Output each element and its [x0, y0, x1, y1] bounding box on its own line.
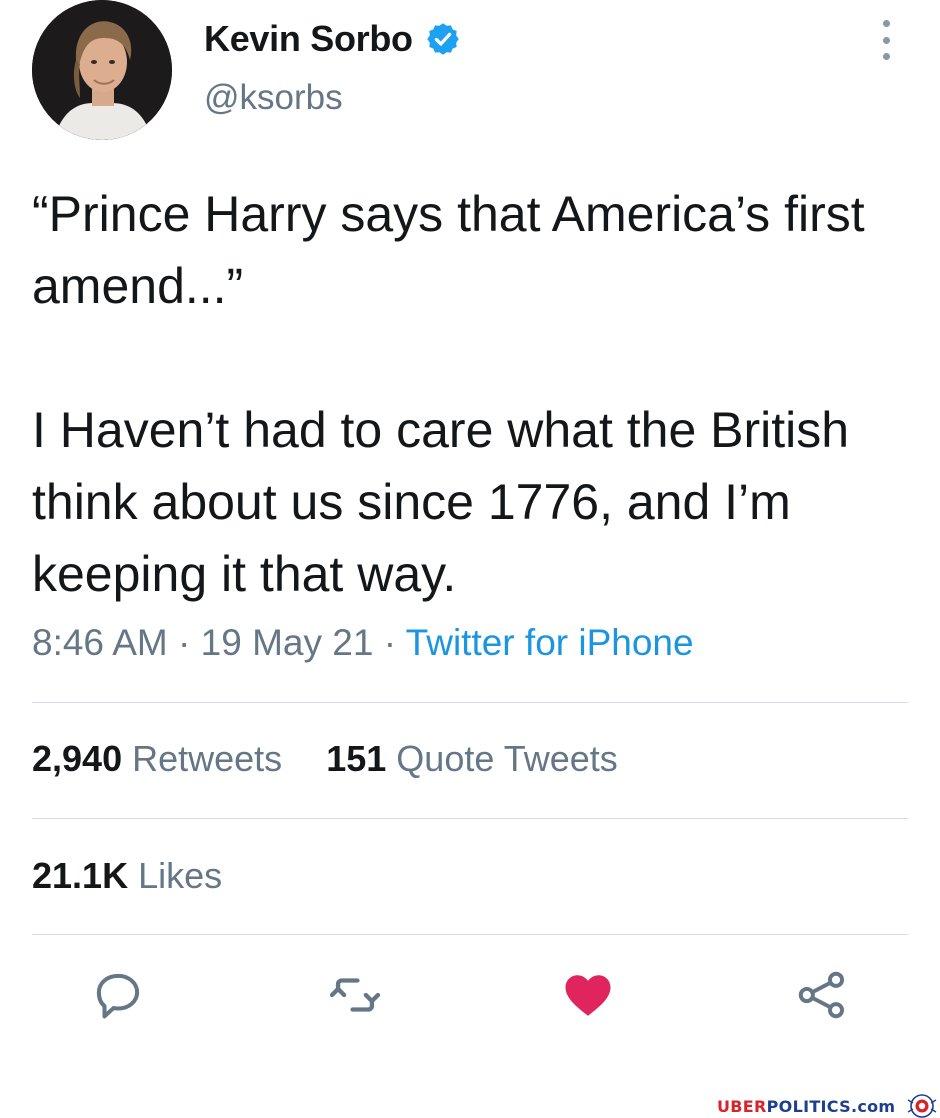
retweet-icon: [329, 978, 381, 1012]
share-icon: [798, 971, 845, 1019]
divider: [32, 702, 908, 703]
meta-separator: ·: [178, 622, 191, 663]
tweet-date: 19 May 21: [200, 622, 374, 663]
tweet-source-link[interactable]: Twitter for iPhone: [406, 622, 694, 663]
tweet-text: “Prince Harry says that America’s first …: [32, 186, 865, 602]
quote-tweets-label: Quote Tweets: [396, 738, 618, 779]
reply-icon: [96, 973, 140, 1019]
tweet-actions: [0, 965, 940, 1035]
meta-separator: ·: [383, 622, 397, 663]
retweets-count: 2,940: [32, 738, 123, 779]
author-name-row[interactable]: Kevin Sorbo: [204, 12, 461, 66]
quote-tweets-count: 151: [326, 738, 387, 779]
watermark: UBERPOLITICS.com: [717, 1094, 939, 1118]
quote-tweets-stat[interactable]: 151 Quote Tweets: [326, 738, 618, 779]
likes-stat[interactable]: 21.1K Likes: [32, 855, 222, 896]
watermark-suffix: POLITICS.com: [766, 1096, 896, 1116]
tweet-time: 8:46 AM: [32, 622, 168, 663]
watermark-text: UBERPOLITICS.com: [717, 1097, 895, 1116]
more-vertical-icon[interactable]: [868, 20, 904, 60]
likes-label: Likes: [138, 855, 223, 896]
watermark-prefix: UBER: [717, 1096, 767, 1116]
retweets-stat[interactable]: 2,940 Retweets: [32, 738, 292, 779]
retweet-button[interactable]: [325, 965, 385, 1025]
author-display-name[interactable]: Kevin Sorbo: [204, 18, 413, 60]
like-button[interactable]: [558, 965, 618, 1025]
author-handle[interactable]: @ksorbs: [204, 78, 343, 118]
likes-row: 21.1K Likes: [32, 855, 256, 897]
verified-badge-icon: [426, 23, 459, 55]
heart-icon: [565, 975, 611, 1016]
avatar-photo: [32, 0, 172, 140]
engagement-stats: 2,940 Retweets 151 Quote Tweets: [32, 738, 652, 780]
likes-count: 21.1K: [32, 855, 129, 896]
avatar[interactable]: [32, 0, 172, 140]
tweet-meta: 8:46 AM · 19 May 21 · Twitter for iPhone: [32, 622, 694, 664]
reply-button[interactable]: [88, 965, 148, 1025]
retweets-label: Retweets: [132, 738, 283, 779]
watermark-logo-icon: [908, 1094, 937, 1118]
share-button[interactable]: [792, 965, 852, 1025]
divider: [32, 934, 908, 935]
divider: [32, 818, 908, 819]
